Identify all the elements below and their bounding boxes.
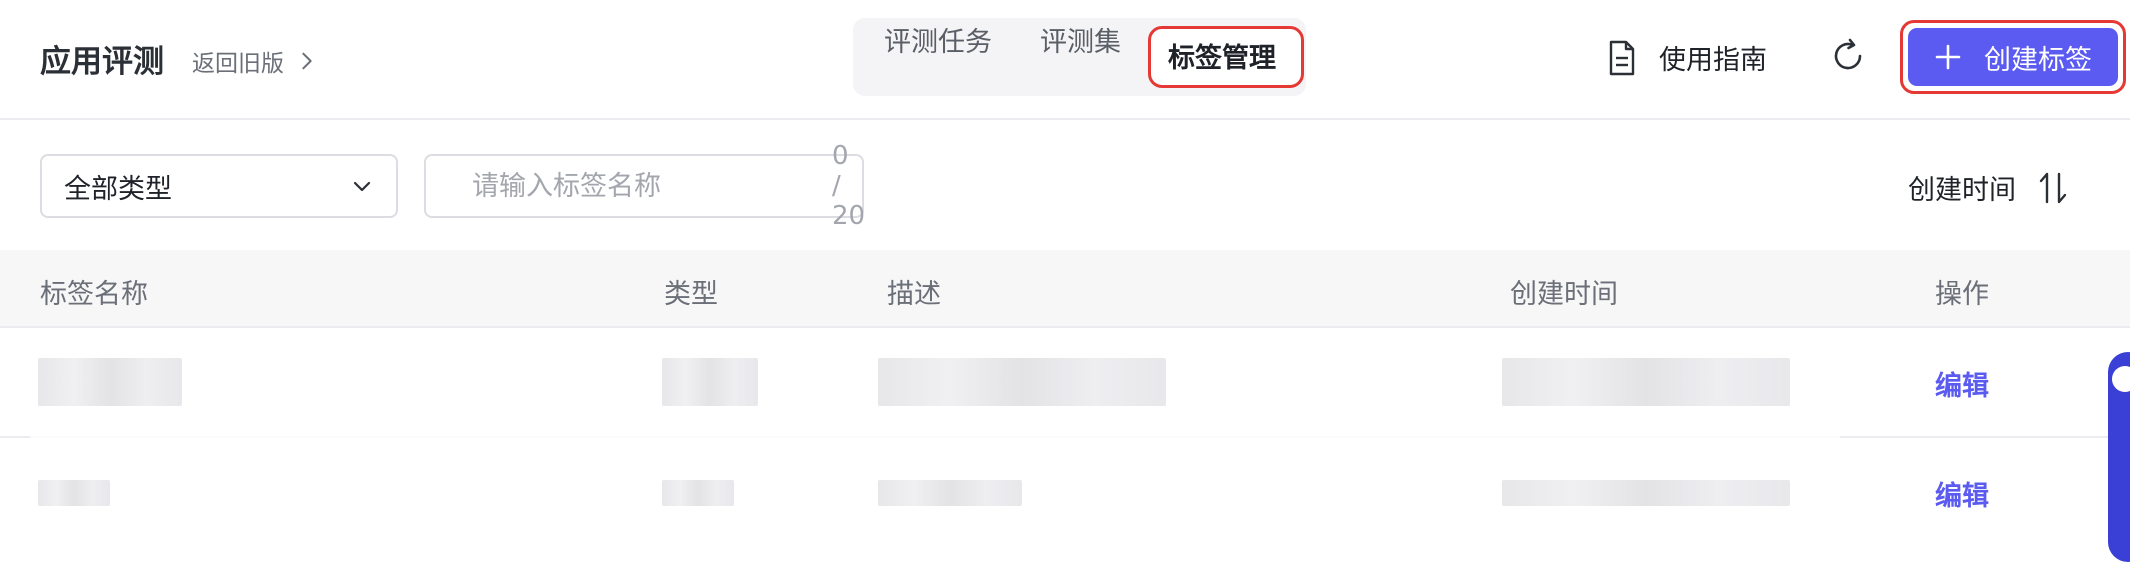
- plus-icon: [1935, 44, 1961, 70]
- redacted-created-time: [1502, 358, 1790, 406]
- redacted-type: [662, 480, 734, 506]
- redacted-tag-name: [38, 480, 110, 506]
- user-guide-label: 使用指南: [1659, 45, 1767, 76]
- tab-eval-sets[interactable]: 评测集: [1040, 20, 1121, 59]
- redacted-type: [662, 358, 758, 406]
- column-header-actions: 操作: [1935, 279, 1989, 310]
- type-filter-select[interactable]: 全部类型: [40, 154, 398, 218]
- search-char-count: 0 / 20: [832, 141, 866, 231]
- type-filter-value: 全部类型: [64, 173, 172, 205]
- tab-tag-management[interactable]: 标签管理: [1168, 36, 1276, 75]
- document-icon: [1609, 40, 1635, 75]
- user-guide-link[interactable]: 使用指南: [1607, 38, 1767, 77]
- column-header-description: 描述: [887, 279, 941, 310]
- create-tag-label: 创建标签: [1984, 44, 2092, 76]
- edit-link[interactable]: 编辑: [1935, 474, 1989, 513]
- sort-icon: [2039, 172, 2067, 203]
- chevron-right-icon: [302, 52, 312, 70]
- assistant-avatar-icon: [2112, 366, 2130, 392]
- sort-label: 创建时间: [1908, 175, 2016, 206]
- redacted-description: [878, 358, 1166, 406]
- tag-search-input[interactable]: [470, 169, 816, 203]
- table-row: 编辑: [0, 438, 2130, 548]
- back-old-label: 返回旧版: [192, 51, 284, 77]
- redacted-tag-name: [38, 358, 182, 406]
- table-row: 编辑: [0, 328, 2130, 438]
- column-header-created-time: 创建时间: [1510, 279, 1618, 310]
- column-header-type: 类型: [664, 279, 718, 310]
- column-header-tag-name: 标签名称: [40, 279, 148, 310]
- tab-eval-tasks[interactable]: 评测任务: [884, 20, 992, 59]
- tag-search-box: 0 / 20: [424, 141, 865, 231]
- table-header: 标签名称 类型 描述 创建时间 操作: [0, 250, 2130, 328]
- chevron-down-icon: [353, 181, 371, 192]
- top-header: 应用评测 返回旧版 评测任务 评测集 标签管理 使用指南 创建标签: [0, 0, 2130, 120]
- create-tag-button[interactable]: 创建标签: [1908, 28, 2118, 86]
- page-title: 应用评测: [40, 44, 164, 80]
- create-tag-highlight: 创建标签: [1900, 20, 2126, 94]
- refresh-icon[interactable]: [1830, 38, 1866, 74]
- redacted-created-time: [1502, 480, 1790, 506]
- sort-by-created-time[interactable]: 创建时间: [1908, 168, 2068, 207]
- floating-assistant-widget[interactable]: [2108, 352, 2130, 562]
- edit-link[interactable]: 编辑: [1935, 364, 1989, 403]
- redacted-description: [878, 480, 1022, 506]
- back-to-old-version-link[interactable]: 返回旧版: [192, 44, 318, 78]
